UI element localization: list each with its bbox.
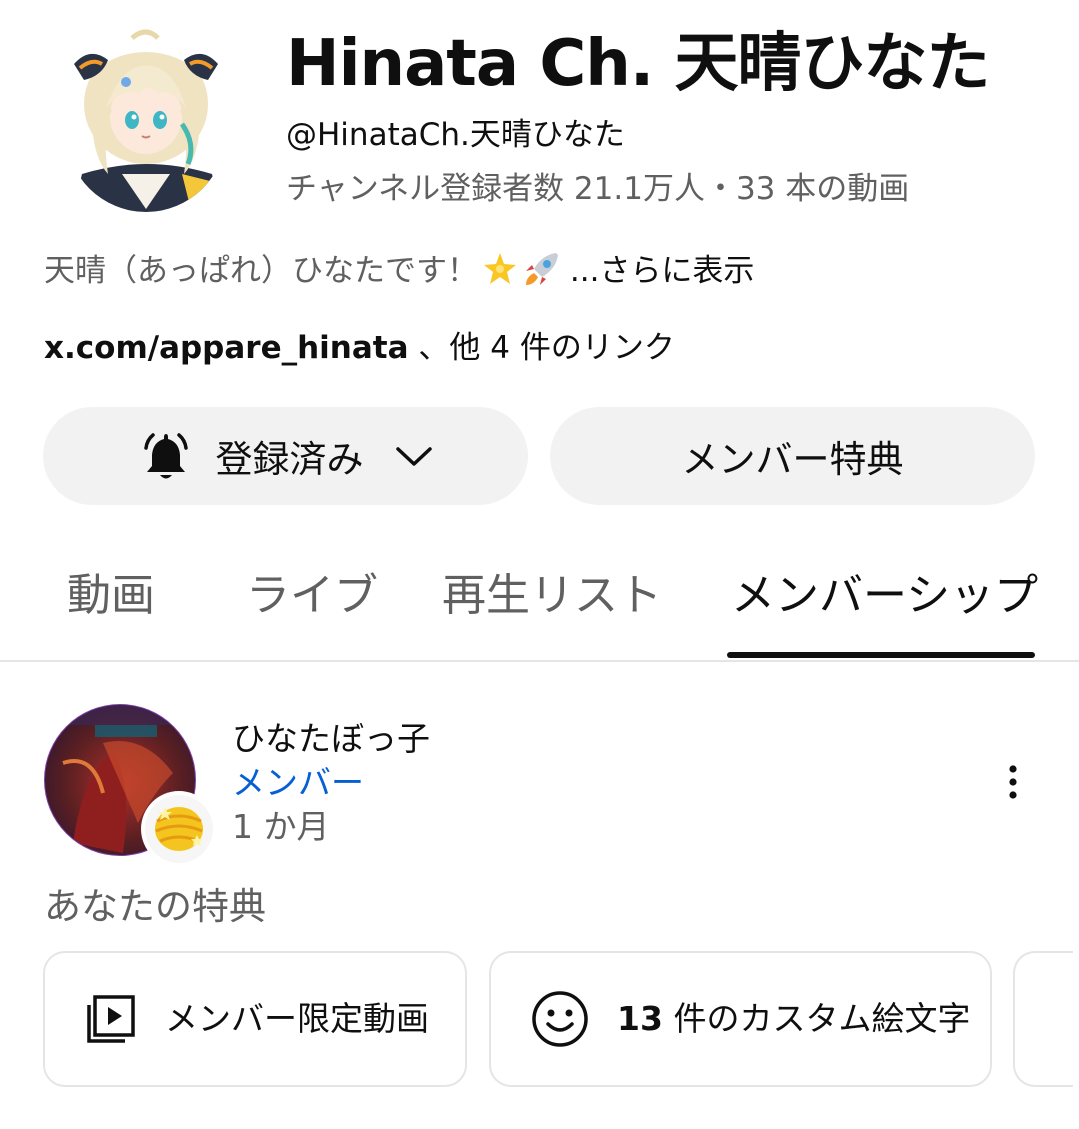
member-perks-label: メンバー特典 [681, 438, 904, 481]
subscribed-label: 登録済み [215, 438, 364, 481]
more-options-button[interactable] [993, 756, 1033, 808]
channel-links[interactable]: x.com/appare_hinata 、他 4 件のリンク [44, 327, 675, 369]
perk-emoji-label: 件のカスタム絵文字 [673, 999, 971, 1038]
description-text: 天晴（あっぱれ）ひなたです！ [44, 253, 478, 289]
bell-icon [143, 433, 188, 479]
tab-membership[interactable]: メンバーシップ [731, 568, 1038, 624]
perk-label: 13 件のカスタム絵文字 [617, 998, 970, 1040]
perk-card-members-videos[interactable]: メンバー限定動画 [43, 951, 467, 1087]
member-duration: 1 か月 [232, 807, 330, 846]
perk-card-custom-emoji[interactable]: 13 件のカスタム絵文字 [489, 951, 992, 1087]
member-avatar [43, 703, 219, 869]
channel-avatar-image [66, 29, 226, 212]
description-more-link[interactable]: ...さらに表示 [570, 253, 755, 289]
rocket-icon [522, 251, 560, 298]
channel-link-more[interactable]: 、他 4 件のリンク [418, 330, 674, 366]
channel-stats: チャンネル登録者数 21.1万人・33 本の動画 [286, 171, 910, 207]
perk-label: メンバー限定動画 [165, 999, 429, 1038]
more-vert-icon [1009, 765, 1017, 799]
tab-videos[interactable]: 動画 [67, 568, 155, 624]
active-tab-indicator [727, 652, 1035, 658]
subscribed-button[interactable]: 登録済み [43, 407, 528, 505]
channel-avatar[interactable] [62, 24, 230, 214]
glowing-star-icon [482, 251, 518, 298]
member-name: ひなたぼっ子 [232, 719, 430, 758]
tab-live[interactable]: ライブ [246, 568, 378, 624]
chevron-down-icon [395, 447, 432, 466]
video-library-icon [85, 993, 137, 1045]
channel-description[interactable]: 天晴（あっぱれ）ひなたです！ ...さらに表示 [44, 250, 754, 298]
channel-handle: @HinataCh.天晴ひなた [286, 117, 625, 153]
member-perks-button[interactable]: メンバー特典 [550, 407, 1035, 505]
perks-heading: あなたの特典 [44, 885, 266, 928]
member-level: メンバー [232, 763, 364, 802]
perk-card-next[interactable] [1013, 951, 1073, 1087]
perk-emoji-count: 13 [617, 999, 663, 1038]
channel-name: Hinata Ch. 天晴ひなた [286, 27, 990, 101]
smiley-icon [531, 990, 589, 1048]
member-badge-icon [155, 807, 203, 851]
channel-tabs: 動画 ライブ 再生リスト メンバーシップ [0, 560, 1079, 662]
tab-playlists[interactable]: 再生リスト [442, 568, 662, 624]
channel-link-url[interactable]: x.com/appare_hinata [44, 330, 409, 366]
channel-page: Hinata Ch. 天晴ひなた @HinataCh.天晴ひなた チャンネル登録… [0, 0, 1079, 1129]
